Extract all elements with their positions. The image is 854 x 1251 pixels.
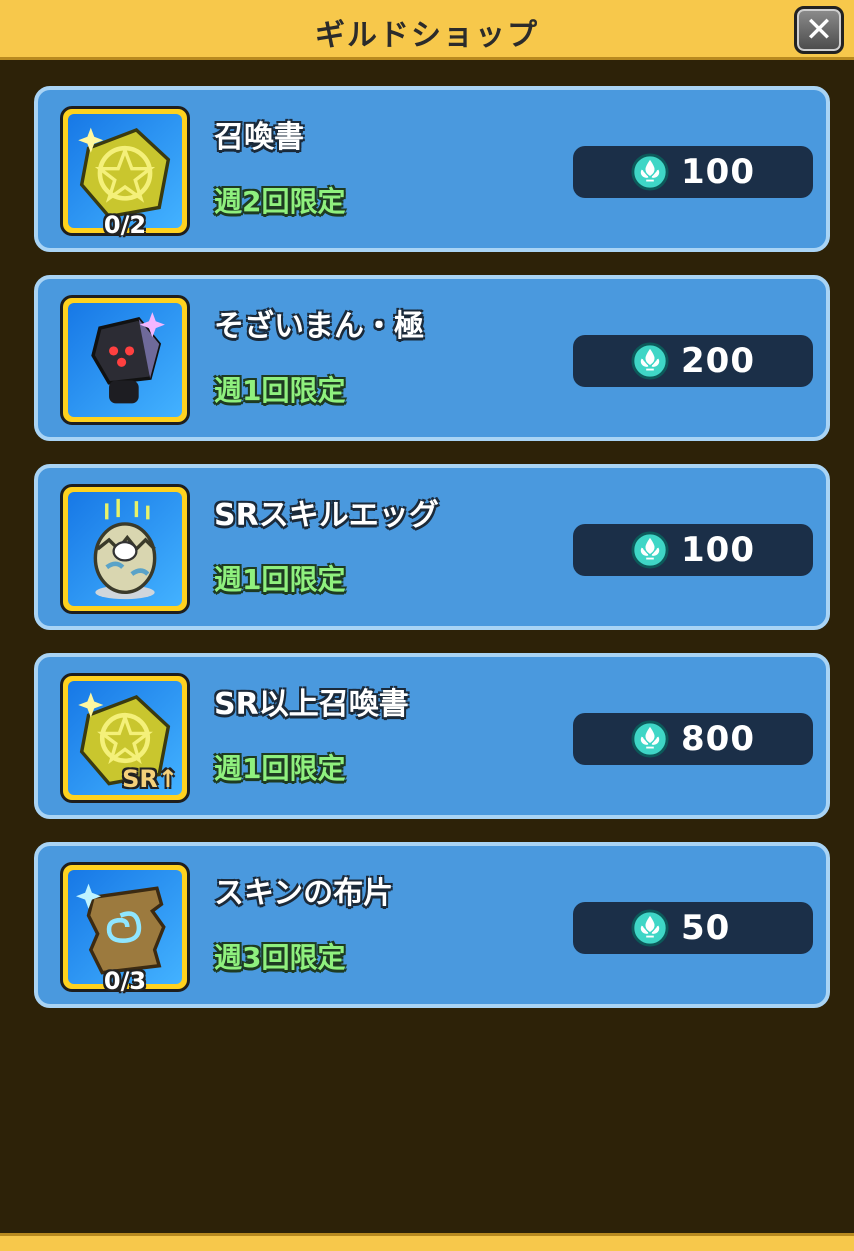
price-button[interactable]: 50 bbox=[573, 902, 813, 954]
guild-coin-icon bbox=[631, 909, 669, 947]
price-value: 100 bbox=[681, 152, 755, 192]
shop-item-sr-summon-scroll[interactable]: SR↑ SR以上召喚書 週1回限定 800 bbox=[34, 653, 830, 819]
item-purchase-limit: 週1回限定 bbox=[214, 374, 346, 407]
guild-coin-icon bbox=[631, 153, 669, 191]
guild-coin-icon bbox=[631, 531, 669, 569]
bottom-bar bbox=[0, 1233, 854, 1251]
skill-egg-icon bbox=[93, 498, 157, 600]
guild-coin-icon bbox=[631, 720, 669, 758]
purchase-counter: 0/3 bbox=[103, 967, 147, 995]
item-icon-frame bbox=[60, 295, 190, 425]
item-name: スキンの布片 bbox=[214, 876, 394, 911]
price-value: 200 bbox=[681, 341, 755, 381]
shop-item-summon-scroll[interactable]: 0/2 召喚書 週2回限定 100 bbox=[34, 86, 830, 252]
sr-badge: SR↑ bbox=[122, 765, 178, 793]
item-icon-frame: 0/2 bbox=[60, 106, 190, 239]
item-icon-frame bbox=[60, 484, 190, 614]
header-bar: ギルドショップ ✕ bbox=[0, 0, 854, 60]
page-title: ギルドショップ bbox=[315, 18, 539, 53]
shop-item-list: 0/2 召喚書 週2回限定 100 そざいまん・極 週1回限定 200 SRスキ… bbox=[34, 86, 830, 1031]
shop-item-sr-skill-egg[interactable]: SRスキルエッグ 週1回限定 100 bbox=[34, 464, 830, 630]
purchase-counter: 0/2 bbox=[103, 211, 147, 239]
item-purchase-limit: 週3回限定 bbox=[214, 941, 346, 974]
shop-item-skin-cloth[interactable]: 0/3 スキンの布片 週3回限定 50 bbox=[34, 842, 830, 1008]
item-name: SRスキルエッグ bbox=[214, 498, 439, 533]
guild-coin-icon bbox=[631, 342, 669, 380]
price-value: 50 bbox=[681, 908, 731, 948]
shop-item-material-man[interactable]: そざいまん・極 週1回限定 200 bbox=[34, 275, 830, 441]
item-purchase-limit: 週1回限定 bbox=[214, 752, 346, 785]
material-man-icon bbox=[91, 312, 165, 404]
item-name: SR以上召喚書 bbox=[214, 687, 409, 722]
price-button[interactable]: 100 bbox=[573, 146, 813, 198]
price-button[interactable]: 200 bbox=[573, 335, 813, 387]
price-value: 100 bbox=[681, 530, 755, 570]
close-icon: ✕ bbox=[804, 10, 834, 50]
price-value: 800 bbox=[681, 719, 755, 759]
item-purchase-limit: 週2回限定 bbox=[214, 185, 346, 218]
item-icon-frame: 0/3 bbox=[60, 862, 190, 995]
price-button[interactable]: 800 bbox=[573, 713, 813, 765]
item-name: 召喚書 bbox=[214, 120, 304, 155]
item-purchase-limit: 週1回限定 bbox=[214, 563, 346, 596]
item-name: そざいまん・極 bbox=[214, 309, 424, 344]
item-icon-frame: SR↑ bbox=[60, 673, 190, 803]
price-button[interactable]: 100 bbox=[573, 524, 813, 576]
close-button[interactable]: ✕ bbox=[794, 6, 844, 54]
